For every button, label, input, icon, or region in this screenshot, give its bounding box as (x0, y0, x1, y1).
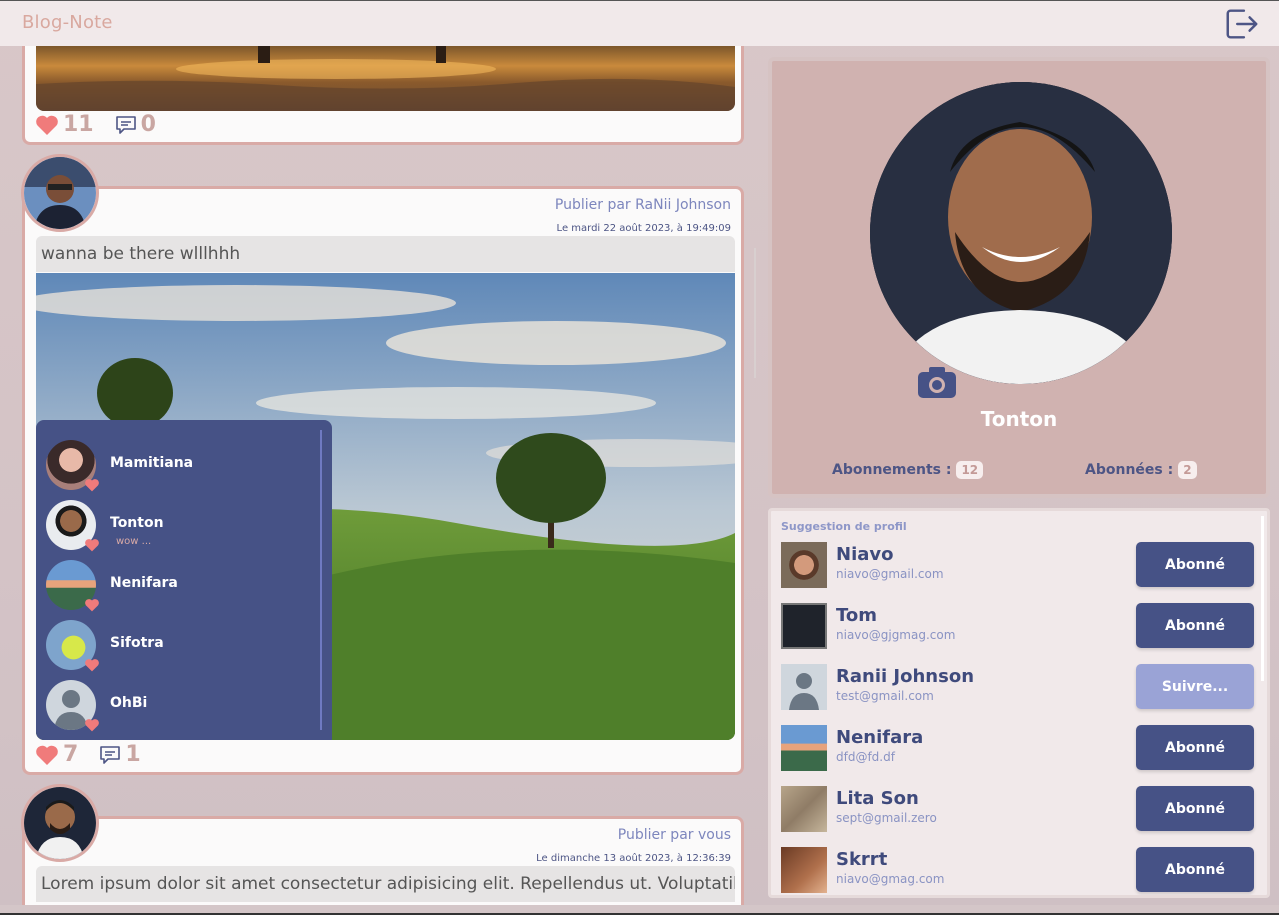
suggestion-name[interactable]: Ranii Johnson (836, 666, 974, 687)
like-count: 7 (63, 742, 79, 767)
suggestion-title: Suggestion de profil (781, 520, 907, 533)
suggestion-name[interactable]: Nenifara (836, 727, 923, 748)
heart-icon (85, 659, 99, 672)
camera-icon[interactable] (916, 364, 958, 400)
suggestion-avatar[interactable] (781, 786, 827, 832)
like-button[interactable]: 11 (34, 112, 94, 137)
suggestion-email: niavo@gmag.com (836, 872, 945, 886)
suggestion-email: test@gmail.com (836, 689, 934, 703)
post-author[interactable]: Publier par RaNii Johnson (555, 197, 731, 213)
liker-item[interactable]: Tonton wow ... (46, 500, 316, 552)
liker-item[interactable]: Nenifara (46, 560, 316, 612)
follow-button[interactable]: Abonné (1136, 847, 1254, 892)
heart-icon (36, 745, 58, 765)
author-avatar[interactable] (21, 784, 99, 862)
heart-icon (36, 115, 58, 135)
followers-label: Abonnées : (1085, 462, 1174, 478)
author-avatar[interactable] (21, 154, 99, 232)
top-bar: Blog-Note (0, 0, 1279, 46)
post-caption: wanna be there wlllhhh (36, 236, 735, 272)
suggestion-name[interactable]: Lita Son (836, 788, 919, 809)
suggestion-email: niavo@gjgmag.com (836, 628, 956, 642)
default-avatar-icon (789, 673, 819, 710)
feed: 11 0 Publier par RaNii Johnson Le mardi … (0, 46, 760, 906)
liker-name: Sifotra (110, 635, 164, 651)
like-count: 11 (63, 112, 94, 137)
suggestion-item: Tom niavo@gjgmag.com Abonné (781, 603, 1257, 649)
liker-comment: wow ... (116, 536, 152, 547)
suggestion-avatar[interactable] (781, 603, 827, 649)
suggestion-email: niavo@gmail.com (836, 567, 944, 581)
post-date: Le mardi 22 août 2023, à 19:49:09 (556, 223, 731, 234)
suggestion-avatar[interactable] (781, 664, 827, 710)
following-label: Abonnements : (832, 462, 952, 478)
comment-count: 1 (125, 742, 141, 767)
post-author[interactable]: Publier par vous (618, 827, 731, 843)
suggestion-email: sept@gmail.zero (836, 811, 937, 825)
heart-icon (85, 539, 99, 552)
suggestion-avatar[interactable] (781, 542, 827, 588)
post-date: Le dimanche 13 août 2023, à 12:36:39 (536, 853, 731, 864)
comment-icon (115, 115, 136, 134)
liker-item[interactable]: OhBi (46, 680, 316, 732)
follow-button[interactable]: Abonné (1136, 603, 1254, 648)
likers-scrollbar[interactable] (320, 430, 322, 730)
following-stat[interactable]: Abonnements : 12 (832, 461, 984, 479)
suggestion-scrollbar[interactable] (1261, 516, 1264, 681)
suggestion-name[interactable]: Skrrt (836, 849, 887, 870)
follow-button[interactable]: Abonné (1136, 542, 1254, 587)
followers-count: 2 (1178, 461, 1197, 479)
suggestion-name[interactable]: Tom (836, 605, 877, 626)
suggestion-panel: Suggestion de profil Niavo niavo@gmail.c… (768, 508, 1270, 898)
suggestion-avatar[interactable] (781, 847, 827, 893)
suggestion-item: Ranii Johnson test@gmail.com Suivre... (781, 664, 1257, 710)
post-card: Publier par vous Le dimanche 13 août 202… (22, 816, 744, 906)
heart-icon (85, 479, 99, 492)
liker-name: OhBi (110, 695, 148, 711)
heart-icon (85, 599, 99, 612)
post-image[interactable] (36, 46, 735, 111)
comment-count: 0 (140, 112, 156, 137)
suggestion-item: Niavo niavo@gmail.com Abonné (781, 542, 1257, 588)
followers-stat[interactable]: Abonnées : 2 (1085, 461, 1197, 479)
comment-button[interactable]: 0 (114, 112, 156, 137)
like-button[interactable]: 7 (34, 742, 78, 767)
liker-name: Nenifara (110, 575, 178, 591)
post-reactions: 11 0 (34, 112, 156, 137)
comment-button[interactable]: 1 (98, 742, 141, 767)
logout-icon[interactable] (1223, 5, 1261, 43)
suggestion-name[interactable]: Niavo (836, 544, 893, 565)
suggestion-item: Lita Son sept@gmail.zero Abonné (781, 786, 1257, 832)
suggestion-email: dfd@fd.df (836, 750, 895, 764)
liker-name: Mamitiana (110, 455, 194, 471)
post-card: Publier par RaNii Johnson Le mardi 22 ao… (22, 186, 744, 775)
profile-card: Tonton Abonnements : 12 Abonnées : 2 (768, 57, 1270, 498)
comment-icon (100, 745, 121, 764)
column-divider (754, 248, 756, 378)
suggestion-avatar[interactable] (781, 725, 827, 771)
liker-name: Tonton (110, 515, 164, 531)
suggestion-item: Nenifara dfd@fd.df Abonné (781, 725, 1257, 771)
post-caption: Lorem ipsum dolor sit amet consectetur a… (36, 866, 735, 902)
heart-icon (85, 719, 99, 732)
profile-name: Tonton (980, 407, 1058, 431)
follow-button[interactable]: Abonné (1136, 786, 1254, 831)
bottom-strip (0, 905, 1279, 915)
brand-logo[interactable]: Blog-Note (22, 12, 113, 33)
suggestion-item: Skrrt niavo@gmag.com Abonné (781, 847, 1257, 893)
post-reactions: 7 1 (34, 742, 141, 767)
follow-button[interactable]: Suivre... (1136, 664, 1254, 709)
liker-item[interactable]: Mamitiana (46, 440, 316, 492)
following-count: 12 (956, 461, 984, 479)
liker-item[interactable]: Sifotra (46, 620, 316, 672)
likers-list[interactable]: Mamitiana Tonton wow ... Nenifara Sifotr… (36, 420, 332, 740)
profile-photo[interactable] (870, 82, 1172, 384)
follow-button[interactable]: Abonné (1136, 725, 1254, 770)
